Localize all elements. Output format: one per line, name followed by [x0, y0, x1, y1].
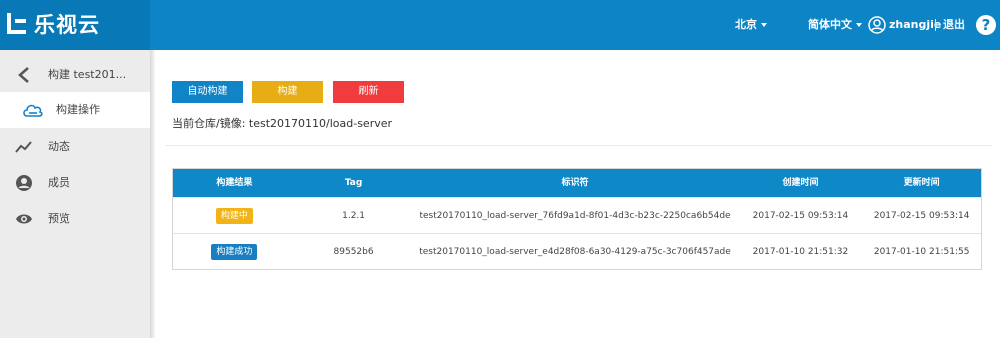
- column-header-result: 构建结果: [216, 178, 253, 188]
- table-row: 构建中 1.2.1 test20170110_load-server_76fd9…: [173, 197, 981, 233]
- sidebar-item-label: 预览: [48, 212, 70, 225]
- cloud-icon: [23, 104, 43, 117]
- sidebar-item-activity[interactable]: 动态: [0, 129, 150, 165]
- help-icon[interactable]: ?: [976, 15, 996, 35]
- column-header-tag: Tag: [344, 178, 363, 188]
- back-to-build[interactable]: 构建 test201...: [0, 58, 150, 92]
- status-badge: 构建中: [215, 207, 253, 224]
- back-label: 构建 test201...: [48, 68, 127, 81]
- person-icon: [16, 175, 32, 191]
- current-repo-label: 当前仓库/镜像: test20170110/load-server: [172, 117, 393, 130]
- chevron-down-icon: [761, 23, 767, 27]
- sidebar-item-label: 构建操作: [56, 103, 100, 116]
- chevron-down-icon: [856, 23, 862, 27]
- logo[interactable]: 乐视云: [0, 0, 150, 50]
- status-badge: 构建成功: [211, 243, 258, 260]
- updated-cell: 2017-01-10 21:51:55: [873, 247, 970, 257]
- build-table: 构建结果 Tag 标识符 创建时间 更新时间 构建中 1.2.1 test201…: [172, 168, 982, 270]
- language-selector[interactable]: 简体中文: [808, 0, 862, 50]
- table-row: 构建成功 89552b6 test20170110_load-server_e4…: [173, 233, 981, 269]
- sidebar-item-label: 成员: [48, 176, 70, 189]
- sidebar-item-label: 动态: [48, 140, 70, 153]
- column-header-id: 标识符: [561, 178, 589, 188]
- activity-line-icon: [15, 141, 32, 153]
- sidebar-item-members[interactable]: 成员: [0, 165, 150, 201]
- sidebar: 构建 test201... 构建操作 动态 成员 预览: [0, 50, 150, 338]
- username: zhangjie: [889, 18, 942, 31]
- sidebar-item-preview[interactable]: 预览: [0, 201, 150, 237]
- auto-build-button[interactable]: 自动构建: [172, 81, 243, 103]
- sidebar-item-build-ops[interactable]: 构建操作: [0, 92, 150, 128]
- region-selector[interactable]: 北京: [735, 0, 767, 50]
- sidebar-shadow: [150, 50, 155, 338]
- created-cell: 2017-02-15 09:53:14: [752, 211, 849, 221]
- top-bar: 乐视云 北京 简体中文 zhangjie 退出 ?: [0, 0, 1000, 50]
- created-cell: 2017-01-10 21:51:32: [752, 247, 849, 257]
- updated-cell: 2017-02-15 09:53:14: [873, 211, 970, 221]
- tag-cell: 89552b6: [333, 247, 374, 257]
- user-avatar-icon: [868, 16, 886, 34]
- table-header: 构建结果 Tag 标识符 创建时间 更新时间: [173, 169, 981, 197]
- refresh-button[interactable]: 刷新: [333, 81, 404, 103]
- eye-icon: [16, 214, 32, 224]
- column-header-updated: 更新时间: [903, 178, 940, 188]
- letv-logo-icon: [7, 13, 26, 34]
- region-label: 北京: [735, 18, 757, 31]
- chevron-left-icon: [18, 67, 29, 83]
- brand-name: 乐视云: [34, 13, 100, 37]
- status-cell: 构建中: [173, 198, 296, 233]
- id-cell: test20170110_load-server_e4d28f08-6a30-4…: [419, 247, 731, 257]
- tag-cell: 1.2.1: [342, 211, 366, 221]
- build-button[interactable]: 构建: [252, 81, 323, 103]
- logout-link[interactable]: 退出: [943, 0, 965, 50]
- language-label: 简体中文: [808, 18, 852, 31]
- divider: [935, 19, 936, 31]
- divider: [165, 145, 992, 146]
- column-header-created: 创建时间: [782, 178, 819, 188]
- status-cell: 构建成功: [173, 234, 296, 269]
- id-cell: test20170110_load-server_76fd9a1d-8f01-4…: [419, 211, 731, 221]
